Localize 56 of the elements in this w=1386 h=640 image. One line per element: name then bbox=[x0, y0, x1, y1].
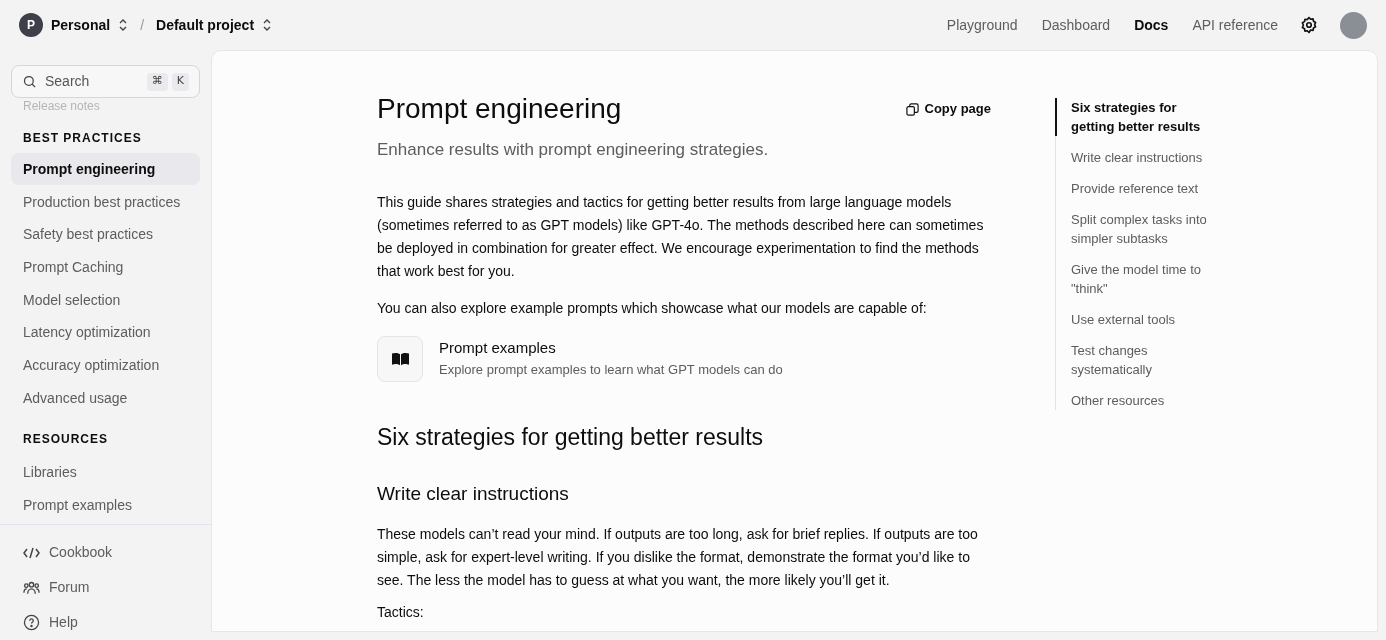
sidebar-item[interactable]: Accuracy optimization bbox=[11, 349, 200, 382]
section-heading: Six strategies for getting better results bbox=[377, 422, 765, 452]
sidebar-item[interactable]: Model selection bbox=[11, 283, 200, 316]
search-field[interactable]: Search ⌘ K bbox=[11, 65, 200, 98]
search-icon bbox=[22, 74, 37, 89]
user-avatar[interactable] bbox=[1340, 11, 1367, 39]
subsection-heading: Write clear instructions bbox=[377, 482, 570, 506]
sidebar-item[interactable]: Production best practices bbox=[11, 185, 200, 218]
shortcut-key: ⌘ bbox=[146, 72, 168, 91]
project-switcher[interactable]: Default project bbox=[156, 14, 273, 36]
nav-link[interactable]: Playground bbox=[946, 14, 1018, 36]
paragraph: You can also explore example prompts which showcase what our models are capable of: bbox=[377, 298, 928, 318]
toc-link[interactable]: Write clear instructions bbox=[1055, 148, 1225, 167]
toc-link[interactable]: Six strategies for getting better results bbox=[1055, 98, 1225, 136]
sidebar-item[interactable]: Latency optimization bbox=[11, 316, 200, 349]
toc-link[interactable]: Other resources bbox=[1055, 391, 1225, 410]
toc-link[interactable]: Test changes systematically bbox=[1055, 341, 1225, 379]
section-heading: RESOURCES bbox=[22, 430, 109, 448]
settings-icon[interactable] bbox=[1300, 16, 1318, 34]
sidebar-item[interactable]: Advanced usage bbox=[11, 381, 200, 414]
page-title: Prompt engineering bbox=[377, 92, 622, 126]
sidebar-item[interactable]: Prompt examples bbox=[11, 488, 200, 521]
book-icon bbox=[390, 351, 410, 366]
sidebar-item[interactable]: Safety best practices bbox=[11, 218, 200, 251]
paragraph: These models can’t read your mind. If outputs are too long, ask for brief replies. If outputs are too simple, ask for expert-level writing. If you dislike the format, demonstrate the format you’d like to see. The less the model has to guess at what you want, the more likely you’ll get it. bbox=[377, 524, 979, 590]
nav-link[interactable]: API reference bbox=[1192, 14, 1278, 36]
nav-link[interactable]: Dashboard bbox=[1041, 14, 1111, 36]
search-input[interactable]: Search bbox=[45, 71, 139, 92]
sidebar-link[interactable]: Cookbook bbox=[11, 535, 200, 570]
copy-page-button[interactable]: Copy page bbox=[905, 99, 991, 119]
people-icon bbox=[23, 580, 40, 595]
chevron-updown-icon bbox=[118, 19, 129, 31]
sidebar-item[interactable]: Libraries bbox=[11, 455, 200, 488]
toc-link[interactable]: Give the model time to "think" bbox=[1055, 260, 1225, 298]
chevron-updown-icon bbox=[262, 19, 273, 31]
paragraph: Tactics: bbox=[377, 602, 425, 622]
org-switcher[interactable]: Personal bbox=[51, 14, 129, 36]
sidebar-link[interactable]: Forum bbox=[11, 570, 200, 605]
copy-icon bbox=[905, 102, 919, 116]
nav-link[interactable]: Docs bbox=[1134, 14, 1169, 36]
toc-link[interactable]: Split complex tasks into simpler subtasks bbox=[1055, 210, 1225, 248]
sidebar-item[interactable]: Prompt engineering bbox=[11, 153, 200, 185]
breadcrumb-separator: / bbox=[140, 15, 145, 35]
code-icon bbox=[23, 546, 40, 559]
section-heading: BEST PRACTICES bbox=[22, 130, 143, 147]
card-link[interactable]: Prompt examples bbox=[439, 337, 783, 360]
card-description: Explore prompt examples to learn what GPT models can do bbox=[439, 361, 783, 380]
org-avatar[interactable]: P bbox=[19, 13, 43, 37]
sidebar-link[interactable]: Help bbox=[11, 605, 200, 640]
toc-link[interactable]: Use external tools bbox=[1055, 310, 1225, 329]
paragraph: This guide shares strategies and tactics for getting better results from large language models (sometimes referred to as GPT models) like GPT-4o. The methods described here can sometimes be deployed in combination for greater effect. We encourage experimentation to find the methods that work best for you. bbox=[377, 192, 985, 281]
help-icon bbox=[23, 614, 40, 631]
toc-link[interactable]: Provide reference text bbox=[1055, 179, 1225, 198]
sidebar-item[interactable]: Prompt Caching bbox=[11, 251, 200, 284]
page-subtitle: Enhance results with prompt engineering strategies. bbox=[377, 139, 770, 161]
shortcut-key: K bbox=[171, 72, 189, 91]
